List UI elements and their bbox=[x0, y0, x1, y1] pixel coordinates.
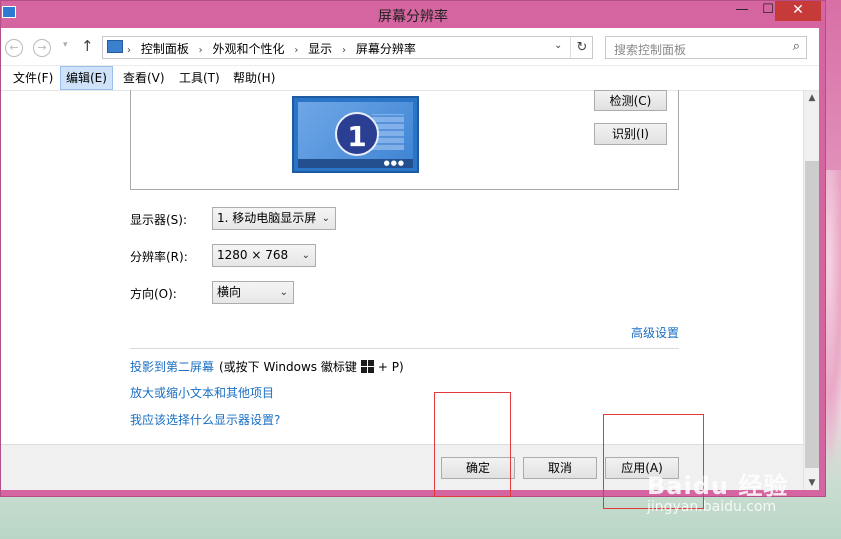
menu-file[interactable]: 文件(F) bbox=[8, 66, 58, 90]
breadcrumb-separator-icon: › bbox=[127, 45, 131, 56]
scroll-up-icon[interactable]: ▲ bbox=[804, 93, 820, 103]
up-button[interactable]: ↑ bbox=[81, 37, 94, 55]
resolution-label: 分辨率(R): bbox=[130, 250, 188, 264]
menu-edit[interactable]: 编辑(E) bbox=[60, 66, 113, 90]
vertical-scrollbar[interactable]: ▲ ▼ bbox=[803, 91, 819, 490]
monitor-number-badge: 1 bbox=[335, 112, 379, 156]
address-field[interactable]: › 控制面板 › 外观和个性化 › 显示 › 屏幕分辨率 ⌄ ↻ bbox=[102, 36, 593, 59]
chevron-down-icon: ⌄ bbox=[301, 250, 310, 261]
chevron-down-icon: ⌄ bbox=[279, 287, 288, 298]
orientation-label: 方向(O): bbox=[130, 287, 177, 301]
watermark-brand: Baidu 经验 bbox=[647, 472, 789, 500]
resolution-select-value: 1280 × 768 bbox=[217, 248, 289, 262]
project-hint-before: (或按下 Windows 徽标键 bbox=[219, 360, 357, 374]
control-panel-icon bbox=[107, 40, 123, 53]
breadcrumb-separator-icon[interactable]: › bbox=[199, 45, 203, 56]
breadcrumb-separator-icon[interactable]: › bbox=[342, 45, 346, 56]
breadcrumb-separator-icon[interactable]: › bbox=[294, 45, 298, 56]
advanced-settings-link[interactable]: 高级设置 bbox=[631, 324, 679, 341]
search-input[interactable]: 搜索控制面板 ⌕ bbox=[605, 36, 807, 59]
display-select[interactable]: 1. 移动电脑显示屏 ⌄ bbox=[212, 207, 336, 230]
monitor-1-thumbnail[interactable]: 1 ●●● bbox=[292, 96, 419, 173]
zoom-text-link[interactable]: 放大或缩小文本和其他项目 bbox=[130, 384, 274, 401]
menu-view[interactable]: 查看(V) bbox=[118, 66, 170, 90]
identify-button[interactable]: 识别(I) bbox=[594, 123, 667, 145]
cancel-button[interactable]: 取消 bbox=[523, 457, 597, 479]
address-bar: ← → ▾ ↑ › 控制面板 › 外观和个性化 › 显示 › 屏幕分辨率 ⌄ ↻… bbox=[1, 28, 819, 66]
refresh-button[interactable]: ↻ bbox=[570, 37, 593, 58]
monitor-number: 1 bbox=[347, 120, 367, 153]
detect-button[interactable]: 检测(C) bbox=[594, 90, 667, 111]
project-hint-after: + P) bbox=[377, 360, 404, 374]
baidu-watermark: Baidu 经验 jingyan.baidu.com bbox=[647, 466, 789, 515]
minimize-button[interactable]: — bbox=[728, 1, 756, 21]
display-select-value: 1. 移动电脑显示屏 bbox=[217, 211, 317, 225]
watermark-url: jingyan.baidu.com bbox=[647, 499, 777, 515]
forward-button[interactable]: → bbox=[33, 39, 51, 57]
windows-logo-icon bbox=[360, 360, 374, 373]
breadcrumb-item-appearance[interactable]: 外观和个性化 bbox=[213, 42, 285, 56]
breadcrumb-item-display[interactable]: 显示 bbox=[308, 42, 332, 56]
search-icon[interactable]: ⌕ bbox=[793, 39, 800, 54]
project-second-screen-link[interactable]: 投影到第二屏幕 bbox=[130, 358, 214, 375]
orientation-select-value: 横向 bbox=[217, 285, 242, 299]
orientation-select[interactable]: 横向 ⌄ bbox=[212, 281, 294, 304]
address-dropdown-icon[interactable]: ⌄ bbox=[554, 40, 562, 51]
back-button[interactable]: ← bbox=[5, 39, 23, 57]
breadcrumb-item-control-panel[interactable]: 控制面板 bbox=[141, 42, 189, 56]
project-shortcut-hint: (或按下 Windows 徽标键 + P) bbox=[219, 358, 404, 375]
divider bbox=[130, 348, 679, 349]
annotation-box-ok bbox=[434, 392, 511, 497]
window-title: 屏幕分辨率 bbox=[378, 9, 448, 25]
resolution-select[interactable]: 1280 × 768 ⌄ bbox=[212, 244, 316, 267]
title-bar[interactable]: 屏幕分辨率 — ☐ ✕ bbox=[1, 1, 825, 28]
scroll-down-icon[interactable]: ▼ bbox=[804, 478, 820, 488]
display-label: 显示器(S): bbox=[130, 213, 188, 227]
monitor-dots-icon: ●●● bbox=[383, 159, 405, 167]
search-placeholder: 搜索控制面板 bbox=[614, 43, 687, 57]
menu-tools[interactable]: 工具(T) bbox=[174, 66, 225, 90]
close-button[interactable]: ✕ bbox=[775, 1, 821, 21]
menu-help[interactable]: 帮助(H) bbox=[228, 66, 280, 90]
menu-bar: 文件(F) 编辑(E) 查看(V) 工具(T) 帮助(H) bbox=[1, 66, 819, 91]
breadcrumb: › 控制面板 › 外观和个性化 › 显示 › 屏幕分辨率 bbox=[127, 40, 422, 57]
recent-locations-button[interactable]: ▾ bbox=[63, 40, 68, 50]
monitor-taskbar: ●●● bbox=[298, 159, 413, 168]
breadcrumb-item-screen-resolution[interactable]: 屏幕分辨率 bbox=[356, 42, 416, 56]
which-display-settings-link[interactable]: 我应该选择什么显示器设置? bbox=[130, 411, 280, 428]
scrollbar-thumb[interactable] bbox=[805, 161, 819, 468]
monitor-screen: 1 ●●● bbox=[298, 102, 413, 168]
chevron-down-icon: ⌄ bbox=[321, 213, 330, 224]
